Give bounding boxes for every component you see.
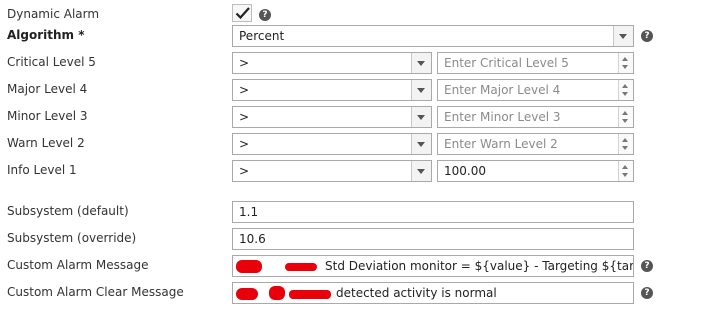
spin-down-icon[interactable] xyxy=(622,92,628,96)
algorithm-value: Percent xyxy=(239,29,285,43)
chevron-down-icon[interactable] xyxy=(411,107,431,127)
operator-value: > xyxy=(239,56,250,70)
subsystem-default-input[interactable]: 1.1 xyxy=(232,201,634,223)
minor-level-placeholder: Enter Minor Level 3 xyxy=(444,110,561,124)
critical-level-operator-select[interactable]: > xyxy=(232,52,432,74)
subsystem-override-value: 10.6 xyxy=(239,232,266,246)
redaction-mark xyxy=(285,263,317,271)
operator-value: > xyxy=(239,137,250,151)
number-spinner[interactable] xyxy=(618,80,633,100)
redaction-mark xyxy=(289,290,331,299)
critical-level-label: Critical Level 5 xyxy=(7,55,96,69)
help-icon[interactable]: ? xyxy=(259,9,271,21)
major-level-operator-select[interactable]: > xyxy=(232,79,432,101)
spin-down-icon[interactable] xyxy=(622,65,628,69)
warn-level-input[interactable]: Enter Warn Level 2 xyxy=(437,133,634,155)
chevron-down-icon[interactable] xyxy=(613,26,633,46)
spin-down-icon[interactable] xyxy=(622,146,628,150)
help-icon[interactable]: ? xyxy=(641,287,653,299)
major-level-input[interactable]: Enter Major Level 4 xyxy=(437,79,634,101)
critical-level-input[interactable]: Enter Critical Level 5 xyxy=(437,52,634,74)
spin-up-icon[interactable] xyxy=(622,138,628,142)
checkmark-icon xyxy=(235,7,250,20)
custom-alarm-message-label: Custom Alarm Message xyxy=(7,258,149,272)
chevron-down-icon[interactable] xyxy=(411,80,431,100)
custom-alarm-clear-message-input[interactable]: detected activity is normal xyxy=(232,282,634,304)
warn-level-operator-select[interactable]: > xyxy=(232,133,432,155)
number-spinner[interactable] xyxy=(618,107,633,127)
spin-up-icon[interactable] xyxy=(622,57,628,61)
algorithm-label: Algorithm * xyxy=(7,28,85,42)
minor-level-operator-select[interactable]: > xyxy=(232,106,432,128)
spin-up-icon[interactable] xyxy=(622,165,628,169)
number-spinner[interactable] xyxy=(618,161,633,181)
info-level-value: 100.00 xyxy=(444,164,486,178)
spin-down-icon[interactable] xyxy=(622,119,628,123)
minor-level-label: Minor Level 3 xyxy=(7,109,88,123)
chevron-down-icon[interactable] xyxy=(411,161,431,181)
info-level-operator-select[interactable]: > xyxy=(232,160,432,182)
subsystem-default-value: 1.1 xyxy=(239,205,259,219)
number-spinner[interactable] xyxy=(618,53,633,73)
chevron-down-icon[interactable] xyxy=(411,134,431,154)
major-level-label: Major Level 4 xyxy=(7,82,88,96)
minor-level-input[interactable]: Enter Minor Level 3 xyxy=(437,106,634,128)
warn-level-label: Warn Level 2 xyxy=(7,136,85,150)
dynamic-alarm-label: Dynamic Alarm xyxy=(7,7,100,21)
spin-up-icon[interactable] xyxy=(622,111,628,115)
chevron-down-icon[interactable] xyxy=(411,53,431,73)
dynamic-alarm-checkbox[interactable] xyxy=(232,4,252,22)
custom-alarm-message-input[interactable]: Std Deviation monitor = ${value} - Targe… xyxy=(232,255,634,277)
major-level-placeholder: Enter Major Level 4 xyxy=(444,83,561,97)
subsystem-override-input[interactable]: 10.6 xyxy=(232,228,634,250)
custom-alarm-message-value: Std Deviation monitor = ${value} - Targe… xyxy=(325,259,634,273)
help-icon[interactable]: ? xyxy=(641,30,653,42)
info-level-input[interactable]: 100.00 xyxy=(437,160,634,182)
warn-level-placeholder: Enter Warn Level 2 xyxy=(444,137,558,151)
subsystem-override-label: Subsystem (override) xyxy=(7,231,137,245)
algorithm-select[interactable]: Percent xyxy=(232,25,634,47)
subsystem-default-label: Subsystem (default) xyxy=(7,204,129,218)
help-icon[interactable]: ? xyxy=(641,260,653,272)
custom-alarm-clear-message-value: detected activity is normal xyxy=(336,286,497,300)
operator-value: > xyxy=(239,110,250,124)
redaction-mark xyxy=(236,260,262,273)
operator-value: > xyxy=(239,83,250,97)
critical-level-placeholder: Enter Critical Level 5 xyxy=(444,56,569,70)
redaction-mark xyxy=(236,288,258,300)
custom-alarm-clear-message-label: Custom Alarm Clear Message xyxy=(7,285,184,299)
redaction-mark xyxy=(269,286,285,300)
operator-value: > xyxy=(239,164,250,178)
spin-down-icon[interactable] xyxy=(622,173,628,177)
number-spinner[interactable] xyxy=(618,134,633,154)
info-level-label: Info Level 1 xyxy=(7,163,77,177)
spin-up-icon[interactable] xyxy=(622,84,628,88)
